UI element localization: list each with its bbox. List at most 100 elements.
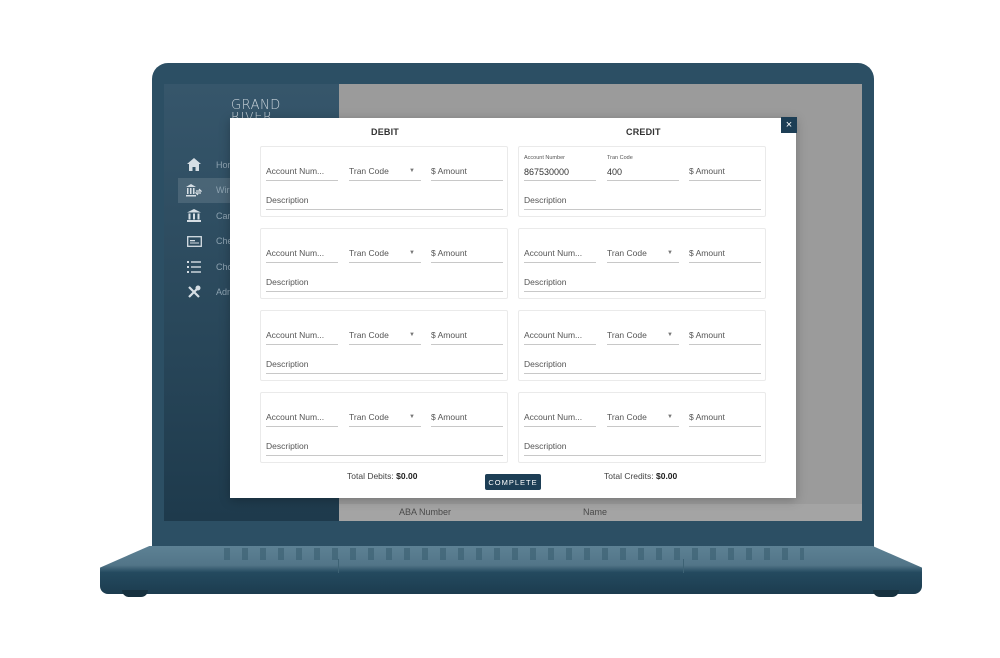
- dropdown-caret-icon: ▼: [667, 250, 673, 256]
- description-input-placeholder: Description: [524, 277, 567, 287]
- account-number-input-placeholder: Account Num...: [266, 412, 325, 422]
- account-number-input-placeholder: Account Num...: [524, 412, 583, 422]
- debit-entry-card: Account Num... Tran Code ▼ $ Amount Descript…: [260, 146, 508, 217]
- tran-code-select-label: Tran Code: [607, 155, 633, 161]
- credit-entry-card: Account Number 867530000 Tran Code 400 $ Amo…: [518, 146, 766, 217]
- tran-code-select[interactable]: Tran Code 400: [607, 153, 679, 181]
- total-debits-value: $0.00: [396, 471, 418, 481]
- dropdown-caret-icon: ▼: [667, 414, 673, 420]
- description-input-placeholder: Description: [266, 441, 309, 451]
- total-credits-label: Total Credits:: [604, 471, 654, 481]
- amount-input[interactable]: $ Amount: [431, 153, 503, 181]
- description-input-placeholder: Description: [266, 359, 309, 369]
- tran-code-select[interactable]: Tran Code ▼: [607, 235, 679, 263]
- check-card-icon: [186, 233, 202, 249]
- account-number-input[interactable]: Account Num...: [266, 153, 338, 181]
- laptop-foot-right: [873, 590, 899, 597]
- amount-input[interactable]: $ Amount: [689, 399, 761, 427]
- account-number-input[interactable]: Account Number 867530000: [524, 153, 596, 181]
- amount-input[interactable]: $ Amount: [689, 235, 761, 263]
- debit-entry-card: Account Num... Tran Code ▼ $ Amount Descript…: [260, 310, 508, 381]
- total-debits-label: Total Debits:: [347, 471, 394, 481]
- account-number-input[interactable]: Account Num...: [524, 235, 596, 263]
- complete-button[interactable]: COMPLETE: [485, 474, 541, 490]
- description-input[interactable]: Description: [266, 349, 503, 374]
- column-aba-number: ABA Number: [399, 507, 452, 517]
- credit-entry-card: Account Num... Tran Code ▼ $ Amount Descript…: [518, 392, 766, 463]
- description-input-placeholder: Description: [266, 277, 309, 287]
- amount-input-placeholder: $ Amount: [689, 248, 725, 258]
- debit-title: DEBIT: [371, 127, 399, 137]
- account-number-input[interactable]: Account Num...: [266, 399, 338, 427]
- home-icon: [186, 157, 202, 173]
- close-icon: ×: [785, 119, 793, 131]
- description-input[interactable]: Description: [524, 431, 761, 456]
- description-input-placeholder: Description: [524, 441, 567, 451]
- background-table-header: ABA Number Name: [339, 504, 862, 521]
- total-credits-value: $0.00: [655, 471, 678, 481]
- wire-transfer-icon: [186, 182, 202, 198]
- tran-code-select[interactable]: Tran Code ▼: [607, 399, 679, 427]
- list-icon: [186, 259, 202, 275]
- dropdown-caret-icon: ▼: [409, 168, 415, 174]
- amount-input[interactable]: $ Amount: [689, 317, 761, 345]
- amount-input[interactable]: $ Amount: [431, 235, 503, 263]
- total-debits: Total Debits: $0.00: [347, 471, 417, 481]
- account-number-input-label: Account Number: [524, 155, 565, 161]
- dropdown-caret-icon: ▼: [409, 250, 415, 256]
- laptop-trackpad: [338, 559, 684, 573]
- description-input[interactable]: Description: [524, 267, 761, 292]
- description-input[interactable]: Description: [266, 185, 503, 210]
- amount-input-placeholder: $ Amount: [689, 412, 725, 422]
- amount-input-placeholder: $ Amount: [689, 330, 725, 340]
- amount-input-placeholder: $ Amount: [431, 248, 467, 258]
- tran-code-select[interactable]: Tran Code ▼: [349, 399, 421, 427]
- description-input-placeholder: Description: [266, 195, 309, 205]
- description-input-placeholder: Description: [524, 195, 567, 205]
- tran-code-select[interactable]: Tran Code ▼: [349, 235, 421, 263]
- description-input[interactable]: Description: [266, 267, 503, 292]
- dropdown-caret-icon: ▼: [409, 332, 415, 338]
- dropdown-caret-icon: ▼: [409, 414, 415, 420]
- tran-code-select[interactable]: Tran Code ▼: [349, 153, 421, 181]
- credit-title: CREDIT: [626, 127, 661, 137]
- debit-entry-card: Account Num... Tran Code ▼ $ Amount Descript…: [260, 228, 508, 299]
- amount-input[interactable]: $ Amount: [689, 153, 761, 181]
- amount-input-placeholder: $ Amount: [689, 166, 725, 176]
- amount-input-placeholder: $ Amount: [431, 330, 467, 340]
- logo: GRAND RIVER: [231, 99, 281, 119]
- credit-entry-card: Account Num... Tran Code ▼ $ Amount Descript…: [518, 310, 766, 381]
- account-number-input[interactable]: Account Num...: [524, 317, 596, 345]
- tran-code-select-value: 400: [607, 167, 623, 177]
- account-number-input-placeholder: Account Num...: [524, 248, 583, 258]
- description-input[interactable]: Description: [524, 185, 761, 210]
- bank-icon: [186, 208, 202, 224]
- tran-code-select-placeholder: Tran Code: [349, 330, 389, 340]
- account-number-input-placeholder: Account Num...: [524, 330, 583, 340]
- description-input[interactable]: Description: [524, 349, 761, 374]
- tran-code-select-placeholder: Tran Code: [607, 412, 647, 422]
- amount-input[interactable]: $ Amount: [431, 317, 503, 345]
- tran-code-select[interactable]: Tran Code ▼: [607, 317, 679, 345]
- tran-code-select-placeholder: Tran Code: [349, 412, 389, 422]
- journal-entry-modal: DEBIT CREDIT Account Num... Tran Code ▼ $ A…: [230, 118, 796, 498]
- amount-input[interactable]: $ Amount: [431, 399, 503, 427]
- account-number-input-placeholder: Account Num...: [266, 330, 325, 340]
- account-number-input[interactable]: Account Num...: [266, 317, 338, 345]
- total-credits: Total Credits: $0.00: [604, 471, 677, 481]
- tran-code-select[interactable]: Tran Code ▼: [349, 317, 421, 345]
- tran-code-select-placeholder: Tran Code: [349, 166, 389, 176]
- account-number-input[interactable]: Account Num...: [266, 235, 338, 263]
- description-input[interactable]: Description: [266, 431, 503, 456]
- tran-code-select-placeholder: Tran Code: [607, 330, 647, 340]
- tran-code-select-placeholder: Tran Code: [607, 248, 647, 258]
- dropdown-caret-icon: ▼: [667, 332, 673, 338]
- close-button[interactable]: ×: [781, 117, 797, 133]
- account-number-input[interactable]: Account Num...: [524, 399, 596, 427]
- description-input-placeholder: Description: [524, 359, 567, 369]
- credit-entry-card: Account Num... Tran Code ▼ $ Amount Descript…: [518, 228, 766, 299]
- amount-input-placeholder: $ Amount: [431, 412, 467, 422]
- column-name: Name: [583, 507, 608, 517]
- debit-entry-card: Account Num... Tran Code ▼ $ Amount Descript…: [260, 392, 508, 463]
- laptop-foot-left: [122, 590, 148, 597]
